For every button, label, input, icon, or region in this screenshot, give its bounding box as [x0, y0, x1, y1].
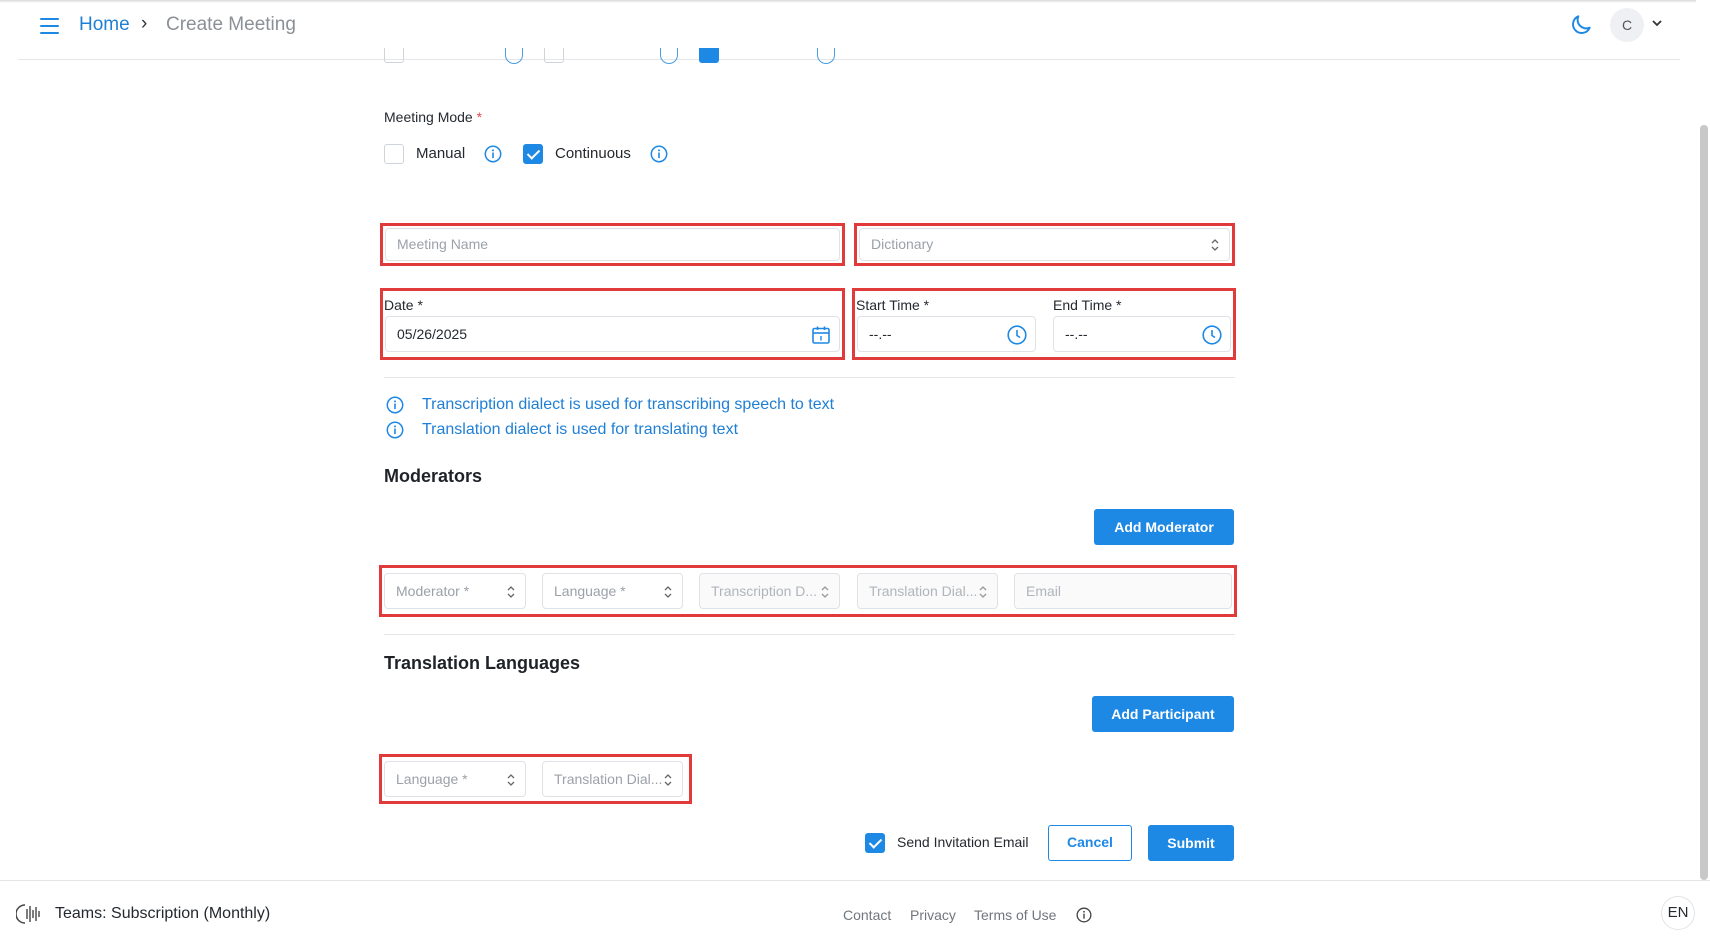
translation-languages-heading: Translation Languages	[384, 653, 581, 673]
participant-language-value: Language *	[396, 771, 468, 787]
info-icon[interactable]	[1076, 907, 1092, 923]
hamburger-menu-icon[interactable]	[38, 14, 62, 38]
breadcrumb-home-link[interactable]: Home	[79, 14, 130, 36]
participant-translation-dialect-select[interactable]: Translation Dial...	[542, 761, 683, 797]
calendar-icon[interactable]	[810, 324, 832, 346]
info-icon	[817, 48, 835, 64]
date-input[interactable]: 05/26/2025	[385, 316, 840, 352]
info-icon	[386, 396, 404, 414]
moderator-select[interactable]: Moderator *	[384, 573, 526, 609]
date-label: Date *	[384, 297, 423, 313]
select-arrows-icon	[1211, 239, 1219, 251]
meeting-mode-label: Meeting Mode *	[384, 109, 483, 125]
info-icon[interactable]	[484, 145, 502, 163]
moderators-heading: Moderators	[384, 466, 483, 486]
date-input-value: 05/26/2025	[397, 326, 468, 342]
dictionary-select-value: Dictionary	[871, 236, 934, 252]
divider	[384, 377, 1235, 378]
select-arrows-icon	[664, 586, 672, 598]
app-logo-icon	[16, 904, 40, 924]
subscription-label: Teams: Subscription (Monthly)	[55, 905, 271, 922]
user-menu[interactable]: C	[1610, 8, 1676, 42]
add-participant-button[interactable]: Add Participant	[1092, 696, 1234, 732]
select-arrows-icon	[507, 586, 515, 598]
select-arrows-icon	[979, 586, 987, 598]
transcription-dialect-value: Transcription D...	[711, 583, 818, 599]
divider	[384, 634, 1235, 635]
terms-of-use-link[interactable]: Terms of Use	[974, 907, 1056, 923]
dictionary-select[interactable]: Dictionary	[859, 228, 1230, 261]
translation-dialect-hint: Translation dialect is used for translat…	[422, 421, 739, 438]
scrolled-checkbox[interactable]	[384, 48, 404, 63]
manual-mode-label: Manual	[416, 145, 466, 162]
continuous-mode-label: Continuous	[555, 145, 631, 162]
moderator-email-input[interactable]: Email	[1014, 573, 1232, 609]
contact-link[interactable]: Contact	[843, 907, 891, 923]
moderator-language-value: Language *	[554, 583, 626, 599]
select-arrows-icon	[664, 774, 672, 786]
clock-icon[interactable]	[1006, 324, 1028, 346]
submit-button[interactable]: Submit	[1148, 825, 1234, 861]
meeting-name-input[interactable]: Meeting Name	[385, 228, 840, 261]
info-icon	[660, 48, 678, 64]
moderator-translation-dialect-select[interactable]: Translation Dial...	[857, 573, 998, 609]
breadcrumb-separator-icon: ›	[141, 13, 148, 34]
language-switch-button[interactable]: EN	[1661, 896, 1695, 930]
send-invitation-checkbox[interactable]	[865, 833, 885, 853]
add-moderator-button[interactable]: Add Moderator	[1094, 509, 1234, 545]
breadcrumb-current-page: Create Meeting	[166, 14, 296, 35]
footer: Teams: Subscription (Monthly) Contact Pr…	[0, 880, 1710, 945]
dark-mode-moon-icon[interactable]	[1568, 12, 1594, 38]
start-time-label: Start Time *	[856, 297, 930, 313]
info-icon	[386, 421, 404, 439]
select-arrows-icon	[821, 586, 829, 598]
clock-icon[interactable]	[1201, 324, 1223, 346]
continuous-mode-checkbox[interactable]	[523, 144, 543, 164]
privacy-link[interactable]: Privacy	[910, 907, 956, 923]
participant-language-select[interactable]: Language *	[384, 761, 526, 797]
cancel-button[interactable]: Cancel	[1048, 825, 1132, 861]
moderator-language-select[interactable]: Language *	[542, 573, 683, 609]
transcription-dialect-hint: Transcription dialect is used for transc…	[422, 396, 835, 413]
transcription-dialect-select[interactable]: Transcription D...	[699, 573, 840, 609]
avatar[interactable]: C	[1610, 8, 1644, 42]
end-time-input[interactable]: --.--	[1053, 316, 1231, 352]
top-bar: Home › Create Meeting C	[18, 0, 1680, 60]
manual-mode-checkbox[interactable]	[384, 144, 404, 164]
participant-translation-dialect-value: Translation Dial...	[554, 771, 663, 787]
chevron-down-icon	[1652, 20, 1662, 27]
end-time-value: --.--	[1065, 326, 1088, 342]
select-arrows-icon	[507, 774, 515, 786]
end-time-label: End Time *	[1053, 297, 1122, 313]
info-icon	[505, 48, 523, 64]
scrollbar-thumb[interactable]	[1700, 125, 1708, 880]
scrolled-checkbox-checked[interactable]	[699, 48, 719, 63]
moderator-select-value: Moderator *	[396, 583, 470, 599]
send-invitation-label: Send Invitation Email	[897, 834, 1029, 850]
start-time-input[interactable]: --.--	[857, 316, 1036, 352]
translation-dialect-value: Translation Dial...	[869, 583, 978, 599]
scrolled-checkbox[interactable]	[544, 48, 564, 63]
start-time-value: --.--	[869, 326, 892, 342]
info-icon[interactable]	[650, 145, 668, 163]
